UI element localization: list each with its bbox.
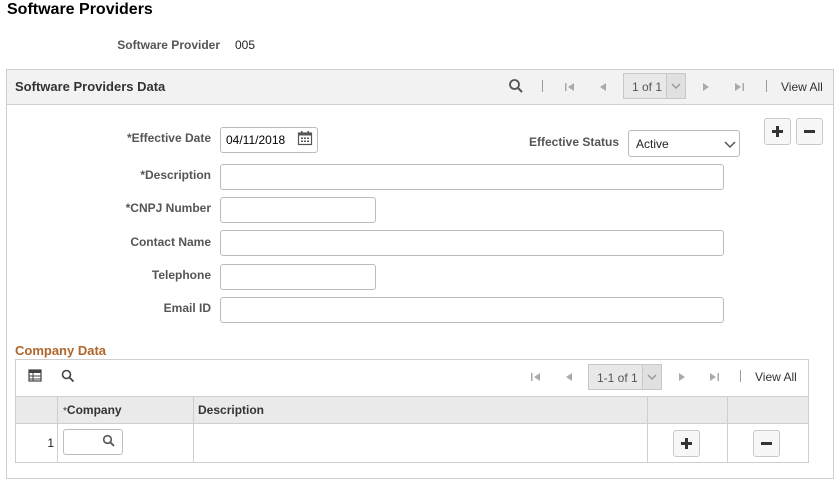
nav-separator xyxy=(740,370,741,382)
company-column-label: Company xyxy=(66,403,122,417)
delete-company-row-button[interactable] xyxy=(753,430,780,457)
panel-pager-text: 1 of 1 xyxy=(632,80,663,94)
minus-icon xyxy=(761,442,772,445)
next-icon[interactable] xyxy=(700,80,712,92)
previous-icon[interactable] xyxy=(597,80,609,92)
panel-pager[interactable]: 1 of 1 xyxy=(623,73,686,99)
column-divider xyxy=(647,396,648,462)
search-icon[interactable] xyxy=(508,78,524,94)
effective-status-label: Effective Status xyxy=(528,135,619,149)
email-id-field[interactable] xyxy=(220,297,724,323)
email-id-label: Email ID xyxy=(163,301,211,315)
first-page-icon[interactable] xyxy=(530,370,542,382)
row-number: 1 xyxy=(47,436,54,450)
add-company-row-button[interactable] xyxy=(673,430,700,457)
first-page-icon[interactable] xyxy=(564,80,576,92)
company-pager-text: 1-1 of 1 xyxy=(597,371,638,385)
last-page-icon[interactable] xyxy=(733,80,745,92)
software-provider-label: Software Provider xyxy=(117,38,220,52)
plus-icon xyxy=(681,438,692,449)
delete-row-button[interactable] xyxy=(796,118,823,145)
company-grid-header xyxy=(16,396,808,424)
description-label: *Description xyxy=(140,168,211,182)
contact-name-field[interactable] xyxy=(220,230,724,256)
software-provider-value: 005 xyxy=(235,38,256,52)
calendar-icon[interactable] xyxy=(297,130,313,146)
company-pager[interactable]: 1-1 of 1 xyxy=(588,364,662,390)
last-page-icon[interactable] xyxy=(708,370,720,382)
add-row-button[interactable] xyxy=(764,118,791,145)
effective-status-select[interactable]: Active xyxy=(628,130,740,157)
telephone-field[interactable] xyxy=(220,264,376,290)
nav-separator xyxy=(542,80,543,92)
grid-personalize-icon[interactable] xyxy=(28,369,43,383)
plus-icon xyxy=(772,126,783,137)
description-column-header[interactable]: Description xyxy=(198,403,264,417)
column-divider xyxy=(193,396,194,462)
column-divider xyxy=(727,396,728,462)
next-icon[interactable] xyxy=(676,370,688,382)
view-all-link[interactable]: View All xyxy=(781,80,823,94)
effective-date-label: *Effective Date xyxy=(126,131,211,145)
company-view-all-link[interactable]: View All xyxy=(755,370,797,384)
nav-separator xyxy=(766,80,767,92)
chevron-down-icon[interactable] xyxy=(642,365,661,389)
effective-status-value: Active xyxy=(636,137,669,151)
chevron-down-icon[interactable] xyxy=(721,131,739,156)
company-column-header[interactable]: *Company xyxy=(63,403,122,417)
minus-icon xyxy=(804,130,815,133)
chevron-down-icon[interactable] xyxy=(666,74,685,98)
description-field[interactable] xyxy=(220,164,724,190)
page-title: Software Providers xyxy=(7,1,153,18)
cnpj-number-label: *CNPJ Number xyxy=(125,201,211,215)
contact-name-label: Contact Name xyxy=(130,235,211,249)
column-divider xyxy=(57,396,58,462)
panel-title: Software Providers Data xyxy=(15,79,166,94)
search-icon[interactable] xyxy=(61,369,75,383)
telephone-label: Telephone xyxy=(151,268,211,282)
company-lookup-icon[interactable] xyxy=(102,434,116,448)
previous-icon[interactable] xyxy=(563,370,575,382)
company-data-title: Company Data xyxy=(15,343,107,358)
cnpj-number-field[interactable] xyxy=(220,197,376,223)
